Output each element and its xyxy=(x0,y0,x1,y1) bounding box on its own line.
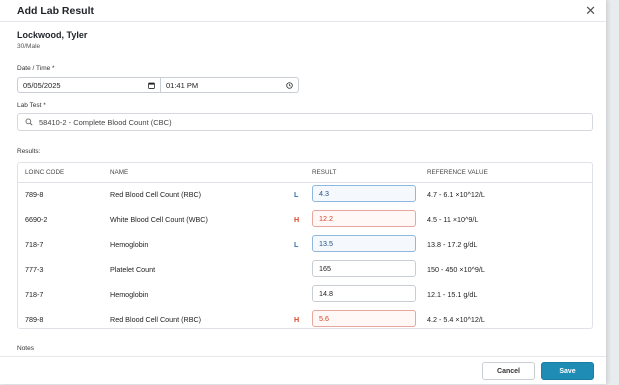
test-name: Platelet Count xyxy=(110,265,156,274)
result-input[interactable]: 13.5 xyxy=(312,235,416,252)
dialog-title: Add Lab Result xyxy=(17,4,95,17)
table-row: 789-8 Red Blood Cell Count (RBC) H 5.6 4.2 -… xyxy=(18,308,592,332)
result-value: 5.6 xyxy=(319,314,329,323)
test-name: Red Blood Cell Count (RBC) xyxy=(110,315,202,324)
results-table: LOINC CODE NAME RESULT REFERENCE VALUE 7… xyxy=(17,162,593,329)
notes-label: Notes xyxy=(17,345,34,352)
table-row: 789-8 Red Blood Cell Count (RBC) L 4.3 4.7 -… xyxy=(18,183,592,207)
cancel-button[interactable]: Cancel xyxy=(482,362,535,380)
results-table-header: LOINC CODE NAME RESULT REFERENCE VALUE xyxy=(18,163,592,183)
reference-value: 4.7 - 6.1 ×10^12/L xyxy=(427,190,485,199)
calendar-icon[interactable] xyxy=(148,82,155,89)
loinc-code: 6690-2 xyxy=(25,215,48,224)
result-flag: L xyxy=(294,190,299,199)
result-flag: H xyxy=(294,315,300,324)
save-button[interactable]: Save xyxy=(541,362,594,380)
loinc-code: 718-7 xyxy=(25,290,44,299)
reference-value: 13.8 - 17.2 g/dL xyxy=(427,240,478,249)
loinc-code: 789-8 xyxy=(25,190,44,199)
table-row: 777-3 Platelet Count 165 150 - 450 ×10^9/L xyxy=(18,258,592,282)
result-input[interactable]: 5.6 xyxy=(312,310,416,327)
result-flag: H xyxy=(294,215,300,224)
search-icon xyxy=(25,118,33,126)
patient-name: Lockwood, Tyler xyxy=(17,30,88,40)
loinc-code: 777-3 xyxy=(25,265,44,274)
test-name: Red Blood Cell Count (RBC) xyxy=(110,190,202,199)
datetime-field: 05/05/2025 01:41 PM xyxy=(17,77,299,93)
table-row: 718-7 Hemoglobin L 13.5 13.8 - 17.2 g/dL xyxy=(18,233,592,257)
time-value: 01:41 PM xyxy=(166,80,199,90)
test-name: Hemoglobin xyxy=(110,290,149,299)
patient-meta: 30/Male xyxy=(17,43,41,50)
result-value: 12.2 xyxy=(319,214,333,223)
result-flag: L xyxy=(294,240,299,249)
result-value: 14.8 xyxy=(319,289,333,298)
loinc-code: 718-7 xyxy=(25,240,44,249)
reference-value: 150 - 450 ×10^9/L xyxy=(427,265,485,274)
results-label: Results: xyxy=(17,148,41,155)
col-reference-value: REFERENCE VALUE xyxy=(427,169,488,176)
col-result: RESULT xyxy=(312,169,337,176)
result-value: 4.3 xyxy=(319,189,329,198)
test-name: Hemoglobin xyxy=(110,240,149,249)
date-input[interactable]: 05/05/2025 xyxy=(18,78,161,92)
result-input[interactable]: 14.8 xyxy=(312,285,416,302)
table-row: 6690-2 White Blood Cell Count (WBC) H 12.2 4… xyxy=(18,208,592,232)
result-value: 165 xyxy=(319,264,331,273)
lab-test-label: Lab Test * xyxy=(17,102,46,109)
reference-value: 4.5 - 11 ×10^9/L xyxy=(427,215,479,224)
loinc-code: 789-8 xyxy=(25,315,44,324)
lab-test-value: 58410-2 - Complete Blood Count (CBC) xyxy=(39,117,172,127)
result-value: 13.5 xyxy=(319,239,333,248)
close-icon[interactable]: ✕ xyxy=(585,4,596,17)
table-row: 718-7 Hemoglobin 14.8 12.1 - 15.1 g/dL xyxy=(18,283,592,307)
time-input[interactable]: 01:41 PM xyxy=(161,78,298,92)
lab-test-search-input[interactable]: 58410-2 - Complete Blood Count (CBC) xyxy=(17,113,593,131)
test-name: White Blood Cell Count (WBC) xyxy=(110,215,208,224)
col-loinc-code: LOINC CODE xyxy=(25,169,65,176)
patient-info: Lockwood, Tyler 30/Male xyxy=(0,22,606,50)
result-input[interactable]: 165 xyxy=(312,260,416,277)
add-lab-result-dialog: Add Lab Result ✕ Lockwood, Tyler 30/Male… xyxy=(0,0,606,384)
date-value: 05/05/2025 xyxy=(23,80,61,90)
datetime-label: Date / Time * xyxy=(17,65,55,72)
reference-value: 4.2 - 5.4 ×10^12/L xyxy=(427,315,485,324)
reference-value: 12.1 - 15.1 g/dL xyxy=(427,290,478,299)
result-input[interactable]: 12.2 xyxy=(312,210,416,227)
result-input[interactable]: 4.3 xyxy=(312,185,416,202)
col-name: NAME xyxy=(110,169,129,176)
dialog-header: Add Lab Result ✕ xyxy=(0,0,606,22)
clock-icon[interactable] xyxy=(286,81,293,89)
